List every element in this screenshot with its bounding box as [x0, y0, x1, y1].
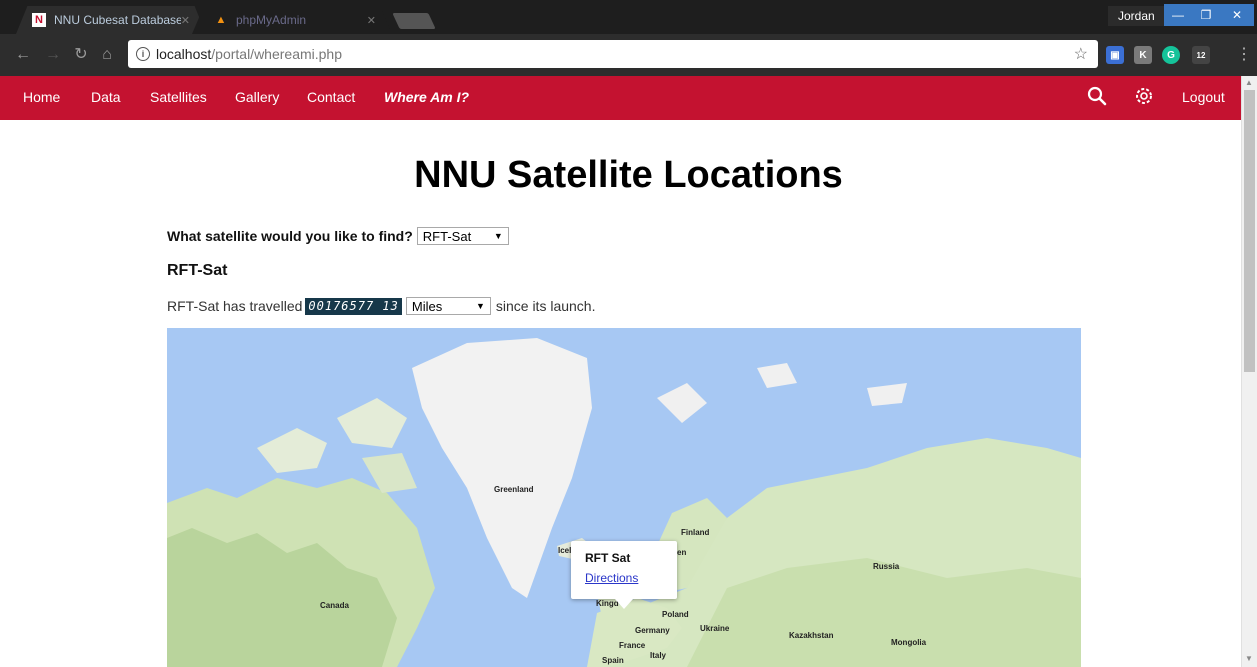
- map-label-mongolia: Mongolia: [891, 638, 927, 647]
- tab-close-icon[interactable]: ✕: [367, 14, 376, 27]
- extension-k-icon[interactable]: K: [1134, 46, 1152, 64]
- unit-select[interactable]: Miles ▼: [405, 297, 491, 315]
- address-bar[interactable]: i localhost/portal/whereami.php ☆: [128, 40, 1098, 68]
- tab-title: phpMyAdmin: [236, 13, 307, 27]
- map-land-layer: [167, 338, 1081, 667]
- forward-icon[interactable]: →: [42, 44, 64, 66]
- nnu-favicon-icon: N: [32, 13, 46, 27]
- map-label-france: France: [619, 641, 646, 650]
- maximize-icon[interactable]: ❐: [1192, 4, 1220, 26]
- tab-nnu-cubesat[interactable]: N NNU Cubesat Database ✕: [16, 6, 206, 34]
- extension-badge-icon[interactable]: 12: [1192, 46, 1210, 64]
- nav-where-am-i[interactable]: Where Am I?: [384, 89, 469, 105]
- bookmark-star-icon[interactable]: ☆: [1074, 44, 1088, 64]
- map-label-greenland: Greenland: [494, 485, 534, 494]
- url-host: localhost: [156, 46, 212, 62]
- popup-pointer: [615, 599, 633, 609]
- gear-icon[interactable]: [1133, 85, 1155, 107]
- tab-phpmyadmin[interactable]: ▲ phpMyAdmin ✕: [192, 6, 392, 34]
- phpmyadmin-favicon-icon: ▲: [215, 14, 227, 26]
- extension-photos-icon[interactable]: ▣: [1106, 46, 1124, 64]
- nav-data[interactable]: Data: [91, 89, 121, 105]
- grammarly-icon[interactable]: G: [1162, 46, 1180, 64]
- travel-prefix: RFT-Sat has travelled: [167, 298, 303, 314]
- browser-tabstrip: N NNU Cubesat Database ✕ ▲ phpMyAdmin ✕ …: [0, 0, 1257, 34]
- tab-close-icon[interactable]: ✕: [181, 14, 190, 27]
- profile-button[interactable]: Jordan: [1108, 6, 1165, 26]
- extension-badge: 12: [1196, 50, 1206, 60]
- url-path: /portal/whereami.php: [211, 46, 343, 62]
- travel-row: RFT-Sat has travelled 00176577 13 Miles …: [167, 297, 595, 315]
- window-close-icon[interactable]: ✕: [1220, 4, 1254, 26]
- satellite-heading: RFT-Sat: [167, 262, 228, 279]
- map-label-ukraine: Ukraine: [700, 624, 730, 633]
- chevron-down-icon: ▼: [493, 231, 503, 241]
- travel-suffix: since its launch.: [495, 298, 596, 314]
- info-icon[interactable]: i: [136, 47, 150, 61]
- unit-select-value: Miles: [411, 298, 443, 314]
- map-label-germany: Germany: [635, 626, 670, 635]
- page-title: NNU Satellite Locations: [414, 154, 843, 196]
- browser-menu-icon[interactable]: ⋮: [1236, 44, 1252, 64]
- new-tab-button[interactable]: [392, 13, 436, 29]
- scroll-thumb[interactable]: [1244, 90, 1255, 372]
- map-label-italy: Italy: [650, 651, 667, 660]
- odometer-display: 00176577 13: [305, 297, 402, 315]
- nav-contact[interactable]: Contact: [307, 89, 355, 105]
- popup-title: RFT Sat: [585, 551, 631, 565]
- scroll-down-icon[interactable]: ▼: [1245, 654, 1253, 663]
- map-label-iceland: Icel: [558, 546, 572, 555]
- minimize-icon[interactable]: —: [1164, 4, 1192, 26]
- directions-link[interactable]: Directions: [585, 571, 663, 585]
- satellite-select-value: RFT-Sat: [422, 228, 472, 244]
- satellite-select[interactable]: RFT-Sat ▼: [416, 227, 509, 245]
- map-label-poland: Poland: [662, 610, 689, 619]
- reload-icon[interactable]: ↻: [70, 44, 92, 66]
- nav-satellites[interactable]: Satellites: [150, 89, 207, 105]
- map-label-sweden: en: [677, 548, 687, 557]
- satellite-info-popup: RFT Sat Directions: [571, 541, 677, 609]
- satellite-map[interactable]: Greenland Canada Icel Finland en Russia …: [167, 328, 1081, 667]
- tab-title: NNU Cubesat Database: [54, 13, 181, 27]
- site-navbar: Home Data Satellites Gallery Contact Whe…: [0, 76, 1241, 120]
- map-label-kazakhstan: Kazakhstan: [789, 631, 834, 640]
- satellite-question-row: What satellite would you like to find? R…: [167, 227, 509, 245]
- map-label-canada: Canada: [320, 601, 349, 610]
- nav-gallery[interactable]: Gallery: [235, 89, 279, 105]
- map-label-russia: Russia: [873, 562, 900, 571]
- scroll-up-icon[interactable]: ▲: [1245, 78, 1253, 87]
- map-label-spain: Spain: [602, 656, 624, 665]
- satellite-question-label: What satellite would you like to find?: [167, 228, 413, 244]
- logout-link[interactable]: Logout: [1182, 89, 1225, 105]
- search-icon[interactable]: [1086, 85, 1108, 107]
- map-label-finland: Finland: [681, 528, 710, 537]
- nav-home[interactable]: Home: [23, 89, 60, 105]
- browser-toolbar: ← → ↻ ⌂ i localhost/portal/whereami.php …: [0, 34, 1257, 76]
- back-icon[interactable]: ←: [12, 44, 34, 66]
- home-icon[interactable]: ⌂: [96, 44, 118, 66]
- chevron-down-icon: ▼: [475, 301, 485, 311]
